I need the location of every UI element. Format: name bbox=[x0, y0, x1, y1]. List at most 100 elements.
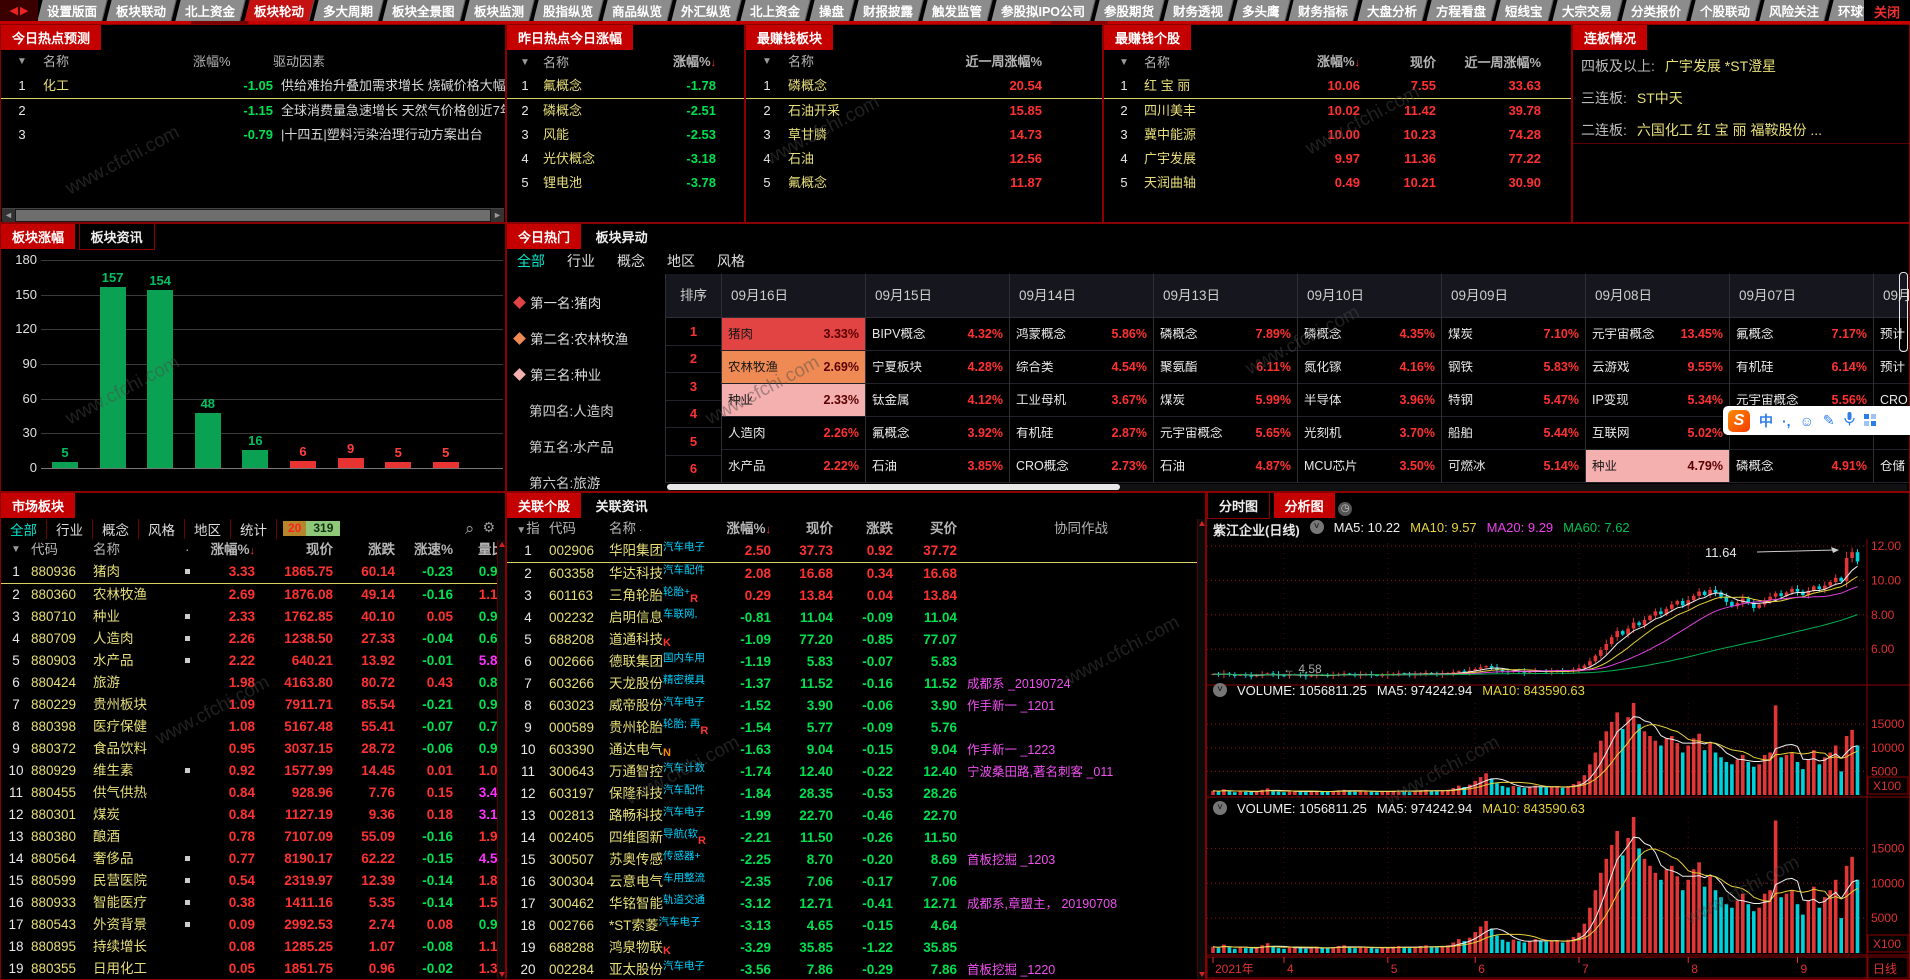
sector-row[interactable]: 4 石油 12.56 bbox=[746, 147, 1102, 171]
stock-row[interactable]: 3 冀中能源 10.00 10.23 74.28 bbox=[1104, 123, 1571, 147]
hot-cell[interactable]: 特钢 5.47% bbox=[1442, 384, 1585, 417]
market-row[interactable]: 15 880599 民营医院 0.54 2319.97 12.39 -0.14 1.80 bbox=[1, 870, 505, 892]
market-row[interactable]: 10 880929 维生素 0.92 1577.99 14.45 0.01 1.08 bbox=[1, 760, 505, 782]
hot-filter-0[interactable]: 全部 bbox=[517, 251, 545, 271]
hot-cell[interactable]: 农林牧渔 2.69% bbox=[722, 351, 865, 384]
menu-tab-19[interactable]: 大盘分析 bbox=[1357, 0, 1428, 21]
collapse-icon[interactable]: ˅ bbox=[1309, 520, 1324, 534]
menu-tab-26[interactable]: 环球市场 bbox=[1828, 0, 1864, 21]
hot-cell[interactable]: BIPV概念 4.32% bbox=[866, 318, 1009, 351]
sort-icon[interactable]: ▼ bbox=[507, 51, 543, 75]
menu-tab-21[interactable]: 短线宝 bbox=[1495, 0, 1554, 21]
scroll-left-icon[interactable]: ◄ bbox=[2, 209, 15, 222]
h-scrollbar[interactable] bbox=[667, 484, 1907, 491]
menu-tab-0[interactable]: 设置版面 bbox=[38, 0, 108, 21]
menu-tab-11[interactable]: 操盘 bbox=[809, 0, 855, 21]
hot-cell[interactable]: 煤炭 5.99% bbox=[1154, 384, 1297, 417]
stock-row[interactable]: 1 红 宝 丽 10.06 7.55 33.63 bbox=[1104, 74, 1571, 99]
ime-mic-icon[interactable] bbox=[1843, 412, 1855, 429]
market-row[interactable]: 14 880564 奢侈品 0.77 8190.17 62.22 -0.15 4.59 bbox=[1, 848, 505, 870]
hot-filter-2[interactable]: 概念 bbox=[617, 251, 645, 271]
hot-cell[interactable]: 石油 3.85% bbox=[866, 450, 1009, 483]
related-row[interactable]: 20 002284 亚太股份汽车电子 -3.56 7.86 -0.29 7.86 首板挖掘 _… bbox=[507, 959, 1205, 979]
menu-tab-16[interactable]: 财务透视 bbox=[1163, 0, 1234, 21]
hot-cell[interactable]: 钛金属 4.12% bbox=[866, 384, 1009, 417]
related-row[interactable]: 6 002666 德联集团国内车用 -1.19 5.83 -0.07 5.83 bbox=[507, 651, 1205, 673]
hot-cell[interactable]: 云游戏 9.55% bbox=[1586, 351, 1729, 384]
forecast-row[interactable]: 2 -1.15 全球消费量急速增长 天然气价格创近7年新高 bbox=[1, 99, 505, 123]
hot-cell[interactable]: 元宇宙概念 5.65% bbox=[1154, 417, 1297, 450]
hot-cell[interactable]: 煤炭 7.10% bbox=[1442, 318, 1585, 351]
market-filter-5[interactable]: 统计 bbox=[231, 518, 277, 539]
menu-tab-3[interactable]: 板块轮动 bbox=[244, 0, 315, 21]
market-row[interactable]: 8 880398 医疗保健 1.08 5167.48 55.41 -0.07 0.75 bbox=[1, 716, 505, 738]
related-row[interactable]: 19 688288 鸿泉物联K -3.29 35.85 -1.22 35.85 bbox=[507, 937, 1205, 959]
hot-cell[interactable]: 预计 bbox=[1874, 351, 1909, 384]
chevron-icon[interactable]: ˅ bbox=[1213, 801, 1227, 815]
tab-related-news[interactable]: 关联资讯 bbox=[584, 493, 659, 518]
hot-cell[interactable]: 船舶 5.44% bbox=[1442, 417, 1585, 450]
market-filter-2[interactable]: 概念 bbox=[93, 518, 139, 539]
scroll-right-icon[interactable]: ► bbox=[491, 209, 504, 222]
market-row[interactable]: 6 880424 旅游 1.98 4163.80 80.72 0.43 0.87 bbox=[1, 672, 505, 694]
related-row[interactable]: 11 300643 万通智控汽车计数 -1.74 12.40 -0.22 12.40 宁波桑田… bbox=[507, 761, 1205, 783]
rank-list-item[interactable]: 第一名:猪肉 bbox=[513, 292, 601, 312]
rank-list-item[interactable]: 第五名:水产品 bbox=[529, 436, 614, 456]
market-row[interactable]: 9 880372 食品饮料 0.95 3037.15 28.72 -0.06 0.98 bbox=[1, 738, 505, 760]
related-row[interactable]: 5 688208 道通科技K -1.09 77.20 -0.85 77.07 bbox=[507, 629, 1205, 651]
related-row[interactable]: 8 603023 威帝股份汽车电子 -1.52 3.90 -0.06 3.90 作手新一 _1… bbox=[507, 695, 1205, 717]
v-scrollbar[interactable] bbox=[1899, 272, 1908, 352]
related-row[interactable]: 4 002232 启明信息车联网, -0.81 11.04 -0.09 11.04 bbox=[507, 607, 1205, 629]
hot-cell[interactable]: IP变现 5.34% bbox=[1586, 384, 1729, 417]
hot-filter-3[interactable]: 地区 bbox=[667, 251, 695, 271]
related-row[interactable]: 12 603197 保隆科技汽车配件 -1.84 28.35 -0.53 28.26 bbox=[507, 783, 1205, 805]
hot-cell[interactable]: 光刻机 3.70% bbox=[1298, 417, 1441, 450]
forecast-row[interactable]: 3 -0.79 |十四五|塑料污染治理行动方案出台 bbox=[1, 123, 505, 147]
forecast-row[interactable]: 1 化工 -1.05 供给难抬升叠加需求增长 烧碱价格大幅跳涨 bbox=[1, 74, 505, 99]
yday-row[interactable]: 2 磷概念 -2.51 bbox=[507, 99, 744, 123]
market-row[interactable]: 18 880895 持续增长 0.08 1285.25 1.07 -0.08 1.17 bbox=[1, 936, 505, 958]
ime-punct-button[interactable]: ·, bbox=[1782, 413, 1791, 429]
market-filter-0[interactable]: 全部 bbox=[1, 518, 47, 539]
h-scrollbar[interactable]: ◄ ► bbox=[2, 208, 504, 222]
hot-filter-1[interactable]: 行业 bbox=[567, 251, 595, 271]
market-row[interactable]: 3 880710 种业 2.33 1762.85 40.10 0.05 0.98 bbox=[1, 606, 505, 628]
sector-row[interactable]: 1 磷概念 20.54 bbox=[746, 74, 1102, 99]
market-row[interactable]: 5 880903 水产品 2.22 640.21 13.92 -0.01 5.83 bbox=[1, 650, 505, 672]
hot-cell[interactable]: 磷概念 4.35% bbox=[1298, 318, 1441, 351]
menu-tab-8[interactable]: 商品纵览 bbox=[602, 0, 673, 21]
related-row[interactable]: 9 000589 贵州轮胎轮胎; 再R -1.54 5.77 -0.09 5.76 bbox=[507, 717, 1205, 739]
sector-row[interactable]: 3 草甘膦 14.73 bbox=[746, 123, 1102, 147]
menu-tab-25[interactable]: 风险关注 bbox=[1759, 0, 1830, 21]
sort-icon[interactable]: ▼ bbox=[746, 50, 788, 74]
hot-cell[interactable]: 磷概念 7.89% bbox=[1154, 318, 1297, 351]
forward-arrow-icon[interactable]: ▶ bbox=[20, 4, 28, 17]
menu-tab-20[interactable]: 方程看盘 bbox=[1426, 0, 1497, 21]
sort-icon[interactable]: ▼ bbox=[516, 525, 526, 536]
hot-cell[interactable]: 猪肉 3.33% bbox=[722, 318, 865, 351]
hot-cell[interactable]: 综合类 4.54% bbox=[1010, 351, 1153, 384]
menu-tab-13[interactable]: 触发监管 bbox=[922, 0, 993, 21]
hot-cell[interactable]: 互联网 5.02% bbox=[1586, 417, 1729, 450]
rank-list-item[interactable]: 第六名:旅游 bbox=[529, 472, 600, 491]
market-row[interactable]: 19 880355 日用化工 0.05 1851.75 0.96 -0.02 1.32 bbox=[1, 958, 505, 979]
hot-cell[interactable]: CRO概念 2.73% bbox=[1010, 450, 1153, 483]
hot-cell[interactable]: 种业 2.33% bbox=[722, 384, 865, 417]
tab-related-stocks[interactable]: 关联个股 bbox=[507, 493, 582, 518]
market-row[interactable]: 17 880543 外资背景 0.09 2992.53 2.74 0.08 0.96 bbox=[1, 914, 505, 936]
market-row[interactable]: 13 880380 酿酒 0.78 7107.09 55.09 -0.16 1.91 bbox=[1, 826, 505, 848]
yday-row[interactable]: 5 锂电池 -3.78 bbox=[507, 171, 744, 195]
menu-tab-12[interactable]: 财报披露 bbox=[853, 0, 924, 21]
market-row[interactable]: 2 880360 农林牧渔 2.69 1876.08 49.14 -0.16 1.17 bbox=[1, 584, 505, 606]
related-row[interactable]: 13 002813 路畅科技汽车电子 -1.99 22.70 -0.46 22.70 bbox=[507, 805, 1205, 827]
ime-emoji-button[interactable]: ☺ bbox=[1800, 413, 1814, 429]
sort-icon[interactable]: ▼ bbox=[1104, 51, 1144, 75]
rank-list-item[interactable]: 第三名:种业 bbox=[513, 364, 601, 384]
sort-icon[interactable]: ▼ bbox=[1, 50, 43, 74]
sector-row[interactable]: 5 氟概念 11.87 bbox=[746, 171, 1102, 195]
market-row[interactable]: 4 880709 人造肉 2.26 1238.50 27.33 -0.04 0.63 bbox=[1, 628, 505, 650]
yday-row[interactable]: 1 氟概念 -1.78 bbox=[507, 74, 744, 99]
market-row[interactable]: 12 880301 煤炭 0.84 1127.19 9.36 0.18 3.13 bbox=[1, 804, 505, 826]
hot-cell[interactable]: MCU芯片 3.50% bbox=[1298, 450, 1441, 483]
hot-cell[interactable]: 宁夏板块 4.28% bbox=[866, 351, 1009, 384]
